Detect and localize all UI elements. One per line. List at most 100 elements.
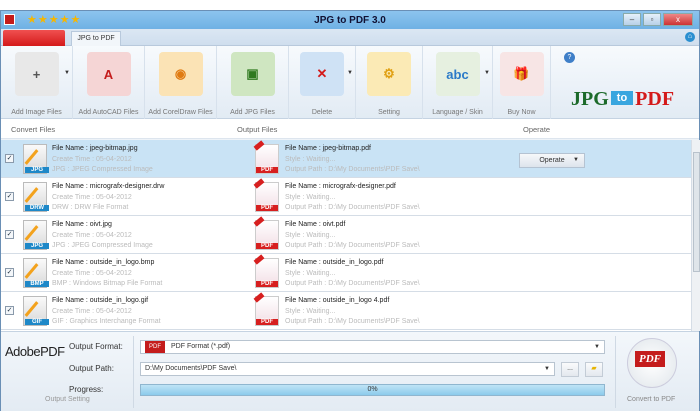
output-style: Style : Waiting... [285,232,336,239]
output-path-input[interactable]: D:\My Documents\PDF Save\ ▼ [140,362,555,376]
chevron-down-icon: ▼ [544,366,550,372]
language-skin-icon: abc [435,52,480,96]
output-path-value: D:\My Documents\PDF Save\ [145,365,237,372]
pdf-badge-icon: PDF [145,341,165,353]
delete-label: Delete [311,109,333,116]
toolbar: ? JPG to PDF + Add Image Files ▼ A Add AutoCAD… [1,46,699,119]
source-file-icon: BMP [23,258,49,288]
language-skin-button[interactable]: abc Language / Skin ▼ [423,46,493,119]
chevron-down-icon: ▼ [594,344,600,350]
buy-now-button[interactable]: 🎁 Buy Now [493,46,551,119]
row-checkbox[interactable]: ✓ [5,306,14,315]
file-format: JPG : JPEG Compressed Image [52,242,153,249]
dropdown-arrow-icon[interactable]: ▼ [484,70,490,76]
source-file-name: File Name : outside_in_logo.gif [52,297,149,304]
output-style: Style : Waiting... [285,270,336,277]
pdf-file-icon: PDF [253,140,279,174]
app-window: ★★★★★ JPG to PDF 3.0 – ▫ x JPG to PDF ⌂ … [0,10,700,411]
title-bar: ★★★★★ JPG to PDF 3.0 – ▫ x [1,11,699,29]
col-convert-files: Convert Files [11,125,56,134]
file-row[interactable]: ✓ JPG File Name : oivt.jpg Create Time :… [1,216,691,254]
file-format: DRW : DRW File Format [52,204,129,211]
output-path-label: Output Path: [69,364,114,373]
create-time: Create Time : 05-04-2012 [52,270,132,277]
pdf-file-icon: PDF [253,292,279,326]
output-style: Style : Waiting... [285,308,336,315]
add-coreldraw-files-label: Add CorelDraw Files [148,109,213,116]
browse-button[interactable]: ... [561,362,579,377]
minimize-button[interactable]: – [623,13,641,26]
close-button[interactable]: x [663,13,693,26]
add-autocad-files-label: Add AutoCAD Files [78,109,139,116]
open-folder-button[interactable]: ▰ [585,362,603,377]
create-time: Create Time : 05-04-2012 [52,156,132,163]
scroll-thumb[interactable] [693,152,700,272]
source-file-name: File Name : jpeg-bitmap.jpg [52,145,138,152]
divider [615,336,616,408]
maximize-button[interactable]: ▫ [643,13,661,26]
file-row[interactable]: ✓ JPG File Name : jpeg-bitmap.jpg Create… [1,140,691,178]
help-icon[interactable]: ? [564,52,575,63]
row-checkbox[interactable]: ✓ [5,230,14,239]
add-autocad-files-button[interactable]: A Add AutoCAD Files [73,46,145,119]
output-path: Output Path : D:\My Documents\PDF Save\ [285,204,420,211]
output-path: Output Path : D:\My Documents\PDF Save\ [285,166,420,173]
convert-to-pdf-label[interactable]: Convert to PDF [627,396,675,403]
output-path: Output Path : D:\My Documents\PDF Save\ [285,318,420,325]
add-autocad-files-icon: A [86,52,131,96]
add-jpg-files-button[interactable]: ▣ Add JPG Files [217,46,289,119]
row-checkbox[interactable]: ✓ [5,192,14,201]
progress-bar: 0% [140,384,605,396]
row-checkbox[interactable]: ✓ [5,154,14,163]
col-output-files: Output Files [237,125,278,134]
dropdown-arrow-icon[interactable]: ▼ [64,70,70,76]
col-operate: Operate [523,125,551,134]
app-logo: JPG to PDF [571,88,675,110]
output-style: Style : Waiting... [285,194,336,201]
divider [133,336,134,408]
pdf-file-icon: PDF [253,216,279,250]
quick-access-menu[interactable] [3,30,65,46]
output-format-select[interactable]: PDF PDF Format (*.pdf) ▼ [140,340,605,354]
file-format: BMP : Windows Bitmap File Format [52,280,163,287]
delete-icon: ✕ [300,52,344,96]
output-style: Style : Waiting... [285,156,336,163]
window-title: JPG to PDF 3.0 [314,15,386,26]
setting-button[interactable]: ⚙ Setting [356,46,423,119]
add-coreldraw-files-icon: ◉ [158,52,203,96]
scrollbar[interactable] [691,140,700,331]
source-file-icon: JPG [23,220,49,250]
source-file-name: File Name : outside_in_logo.bmp [52,259,155,266]
create-time: Create Time : 05-04-2012 [52,194,132,201]
progress-label: Progress: [69,385,104,394]
source-file-name: File Name : oivt.jpg [52,221,112,228]
source-file-icon: JPG [23,144,49,174]
output-file-name: File Name : jpeg-bitmap.pdf [285,145,371,152]
file-row[interactable]: ✓ BMP File Name : outside_in_logo.bmp Cr… [1,254,691,292]
tab-jpg-to-pdf[interactable]: JPG to PDF [71,31,121,46]
file-row[interactable]: ✓ GIF File Name : outside_in_logo.gif Cr… [1,292,691,330]
output-file-name: File Name : oivt.pdf [285,221,346,228]
output-file-name: File Name : micrografx-designer.pdf [285,183,396,190]
output-format-label: Output Format: [69,342,123,351]
output-path: Output Path : D:\My Documents\PDF Save\ [285,280,420,287]
adobe-pdf-logo: AdobePDF [5,344,65,359]
create-time: Create Time : 05-04-2012 [52,232,132,239]
dropdown-arrow-icon[interactable]: ▼ [347,70,353,76]
delete-button[interactable]: ✕ Delete ▼ [289,46,356,119]
add-coreldraw-files-button[interactable]: ◉ Add CorelDraw Files [145,46,217,119]
convert-pdf-icon: PDF [635,351,665,367]
operate-button[interactable]: Operate ▼ [519,153,585,168]
file-format: GIF : Graphics Interchange Format [52,318,161,325]
add-jpg-files-icon: ▣ [230,52,275,96]
file-row[interactable]: ✓ DRW File Name : micrografx-designer.dr… [1,178,691,216]
pdf-file-icon: PDF [253,178,279,212]
output-file-name: File Name : outside_in_logo 4.pdf [285,297,390,304]
create-time: Create Time : 05-04-2012 [52,308,132,315]
add-image-files-button[interactable]: + Add Image Files ▼ [1,46,73,119]
home-icon[interactable]: ⌂ [685,32,695,42]
convert-to-pdf-button[interactable]: PDF [627,338,677,388]
row-checkbox[interactable]: ✓ [5,268,14,277]
tab-bar: JPG to PDF ⌂ [1,29,699,46]
setting-icon: ⚙ [367,52,411,96]
